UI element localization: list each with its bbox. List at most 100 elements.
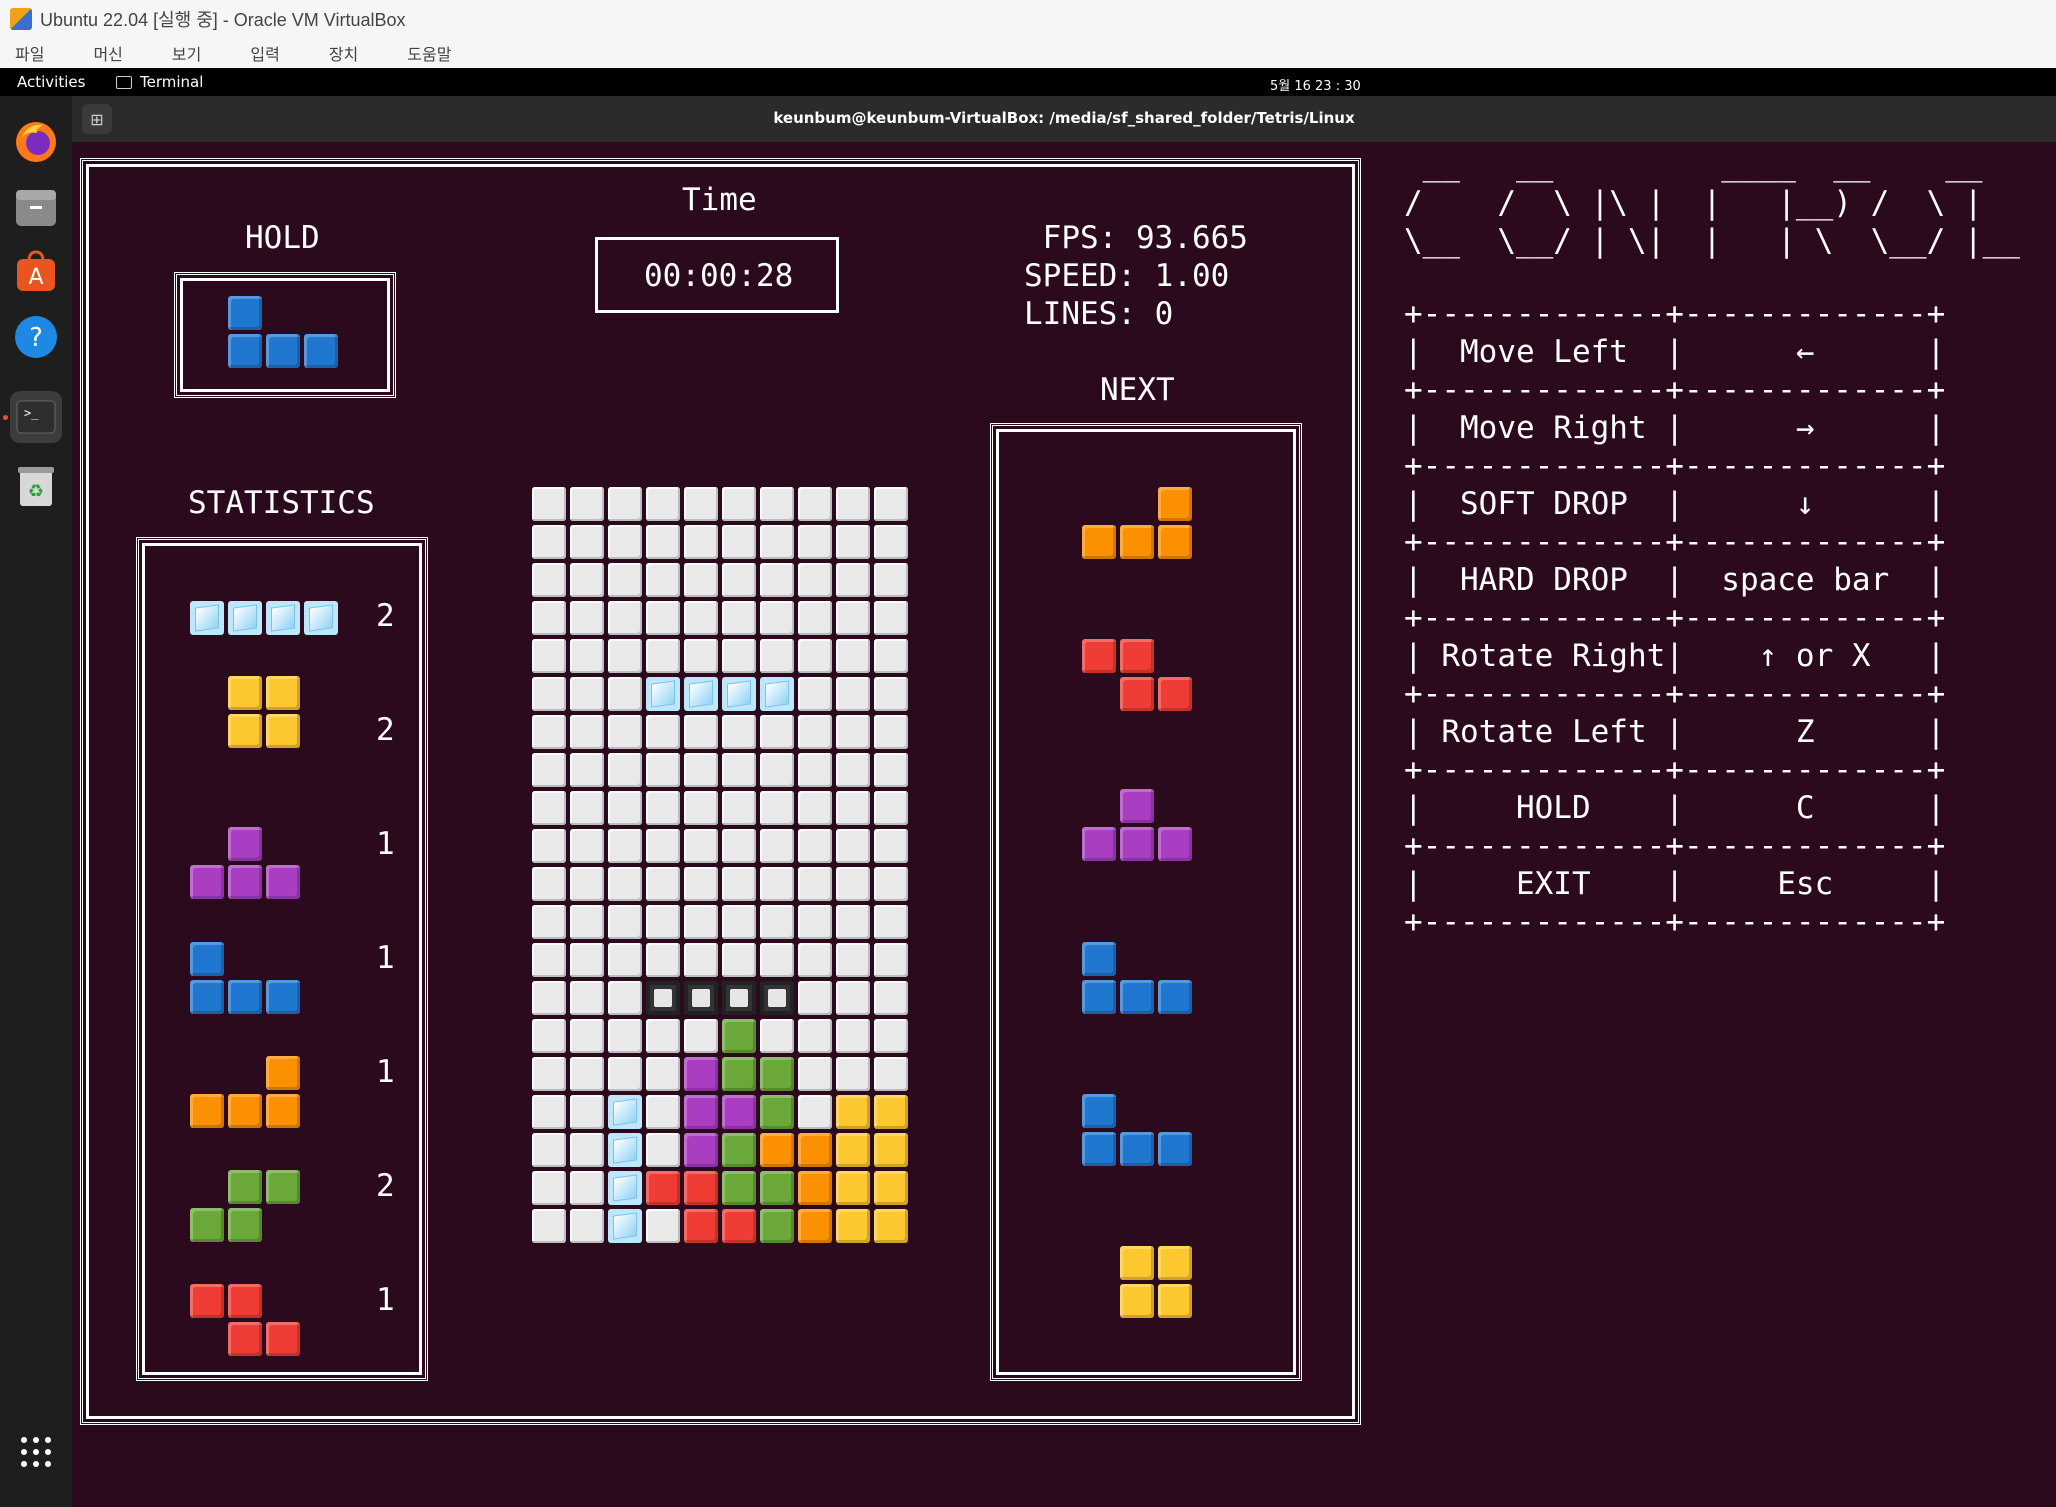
stat-piece-cell [228,1208,262,1242]
board-cell-empty [722,563,756,597]
board-cell-empty [874,867,908,901]
stat-piece-cell [190,942,224,976]
next-piece-cell [1120,1246,1154,1280]
board-cell-empty [798,981,832,1015]
next-piece-cell [1120,1284,1154,1318]
board-cell-empty [608,753,642,787]
controls-separator: +-------------+-------------+ [1404,600,1946,636]
board-cell-empty [608,525,642,559]
stat-piece-cell [266,1094,300,1128]
firefox-icon[interactable] [10,116,62,168]
board-cell-empty [836,753,870,787]
stat-piece-cell [266,865,300,899]
activities-button[interactable]: Activities [17,73,85,91]
board-cell-empty [836,677,870,711]
board-cell-empty [646,601,680,635]
board-cell-empty [570,905,604,939]
terminal-dock-icon[interactable]: >_ [10,391,62,443]
board-cell-S [760,1171,794,1205]
board-cell-empty [608,601,642,635]
board-cell-empty [760,639,794,673]
menu-input[interactable]: 입력 [250,41,279,65]
board-cell-empty [684,601,718,635]
board-cell-T [684,1057,718,1091]
board-cell-empty [532,753,566,787]
board-cell-empty [836,1019,870,1053]
board-cell-empty [646,563,680,597]
terminal-path-title: keunbum@keunbum-VirtualBox: /media/sf_sh… [773,109,1355,127]
board-cell-empty [570,753,604,787]
next-piece-cell [1082,1132,1116,1166]
board-cell-empty [570,1209,604,1243]
board-cell-empty [532,715,566,749]
controls-row: | Rotate Left | Z | [1404,714,1946,750]
new-tab-button[interactable]: ⊞ [82,104,112,134]
board-cell-empty [608,829,642,863]
board-cell-empty [760,791,794,825]
board-cell-empty [798,639,832,673]
menu-help[interactable]: 도움말 [407,41,451,65]
board-cell-empty [646,639,680,673]
lines-readout: LINES: 0 [1024,296,1174,332]
next-piece-cell [1120,789,1154,823]
stat-piece-cell [266,676,300,710]
board-cell-empty [646,867,680,901]
board-cell-S [760,1095,794,1129]
board-cell-empty [570,563,604,597]
stat-piece-cell [190,980,224,1014]
ghost-piece-cell [646,981,680,1015]
app-menu[interactable]: Terminal [116,73,203,91]
show-apps-icon[interactable] [10,1426,62,1478]
board-cell-empty [874,601,908,635]
stat-piece-cell [266,1322,300,1356]
board-cell-empty [570,1095,604,1129]
clock[interactable]: 5월 16 23 : 30 [1270,75,1361,94]
board-cell-empty [760,1019,794,1053]
board-cell-empty [532,1095,566,1129]
menu-devices[interactable]: 장치 [329,41,358,65]
next-piece-cell [1120,677,1154,711]
board-cell-empty [874,1057,908,1091]
board-cell-empty [760,829,794,863]
board-cell-empty [874,905,908,939]
board-cell-empty [646,753,680,787]
controls-row: | EXIT | Esc | [1404,866,1946,902]
board-cell-Z [684,1209,718,1243]
board-cell-empty [760,715,794,749]
stat-piece-cell [190,1208,224,1242]
board-cell-empty [874,525,908,559]
next-piece-cell [1158,1132,1192,1166]
app-center-icon[interactable]: A [10,246,62,298]
board-cell-empty [646,905,680,939]
board-cell-I [608,1095,642,1129]
menu-file[interactable]: 파일 [15,41,44,65]
board-cell-empty [684,829,718,863]
next-label: NEXT [1100,372,1175,408]
board-cell-empty [874,677,908,711]
trash-icon[interactable]: ♻ [10,461,62,513]
controls-separator: +-------------+-------------+ [1404,828,1946,864]
board-cell-empty [684,487,718,521]
menu-machine[interactable]: 머신 [93,41,122,65]
vbox-title-bar: Ubuntu 22.04 [실행 중] - Oracle VM VirtualB… [0,0,2056,38]
board-cell-empty [532,601,566,635]
controls-row: | HOLD | C | [1404,790,1946,826]
files-icon[interactable] [10,181,62,233]
stat-piece-cell [228,827,262,861]
board-cell-empty [684,639,718,673]
stat-piece-cell [228,865,262,899]
help-icon[interactable]: ? [10,311,62,363]
board-cell-empty [532,791,566,825]
ascii-title-line: / / \ |\ | | |__) / \ | [1404,185,2056,221]
stat-count: 2 [376,1168,395,1204]
board-cell-empty [608,563,642,597]
controls-separator: +-------------+-------------+ [1404,448,1946,484]
board-cell-empty [836,905,870,939]
board-cell-empty [646,715,680,749]
board-cell-empty [684,563,718,597]
board-cell-I [722,677,756,711]
board-cell-T [722,1095,756,1129]
menu-view[interactable]: 보기 [172,41,201,65]
next-piece-cell [1158,487,1192,521]
next-piece-cell [1082,1094,1116,1128]
